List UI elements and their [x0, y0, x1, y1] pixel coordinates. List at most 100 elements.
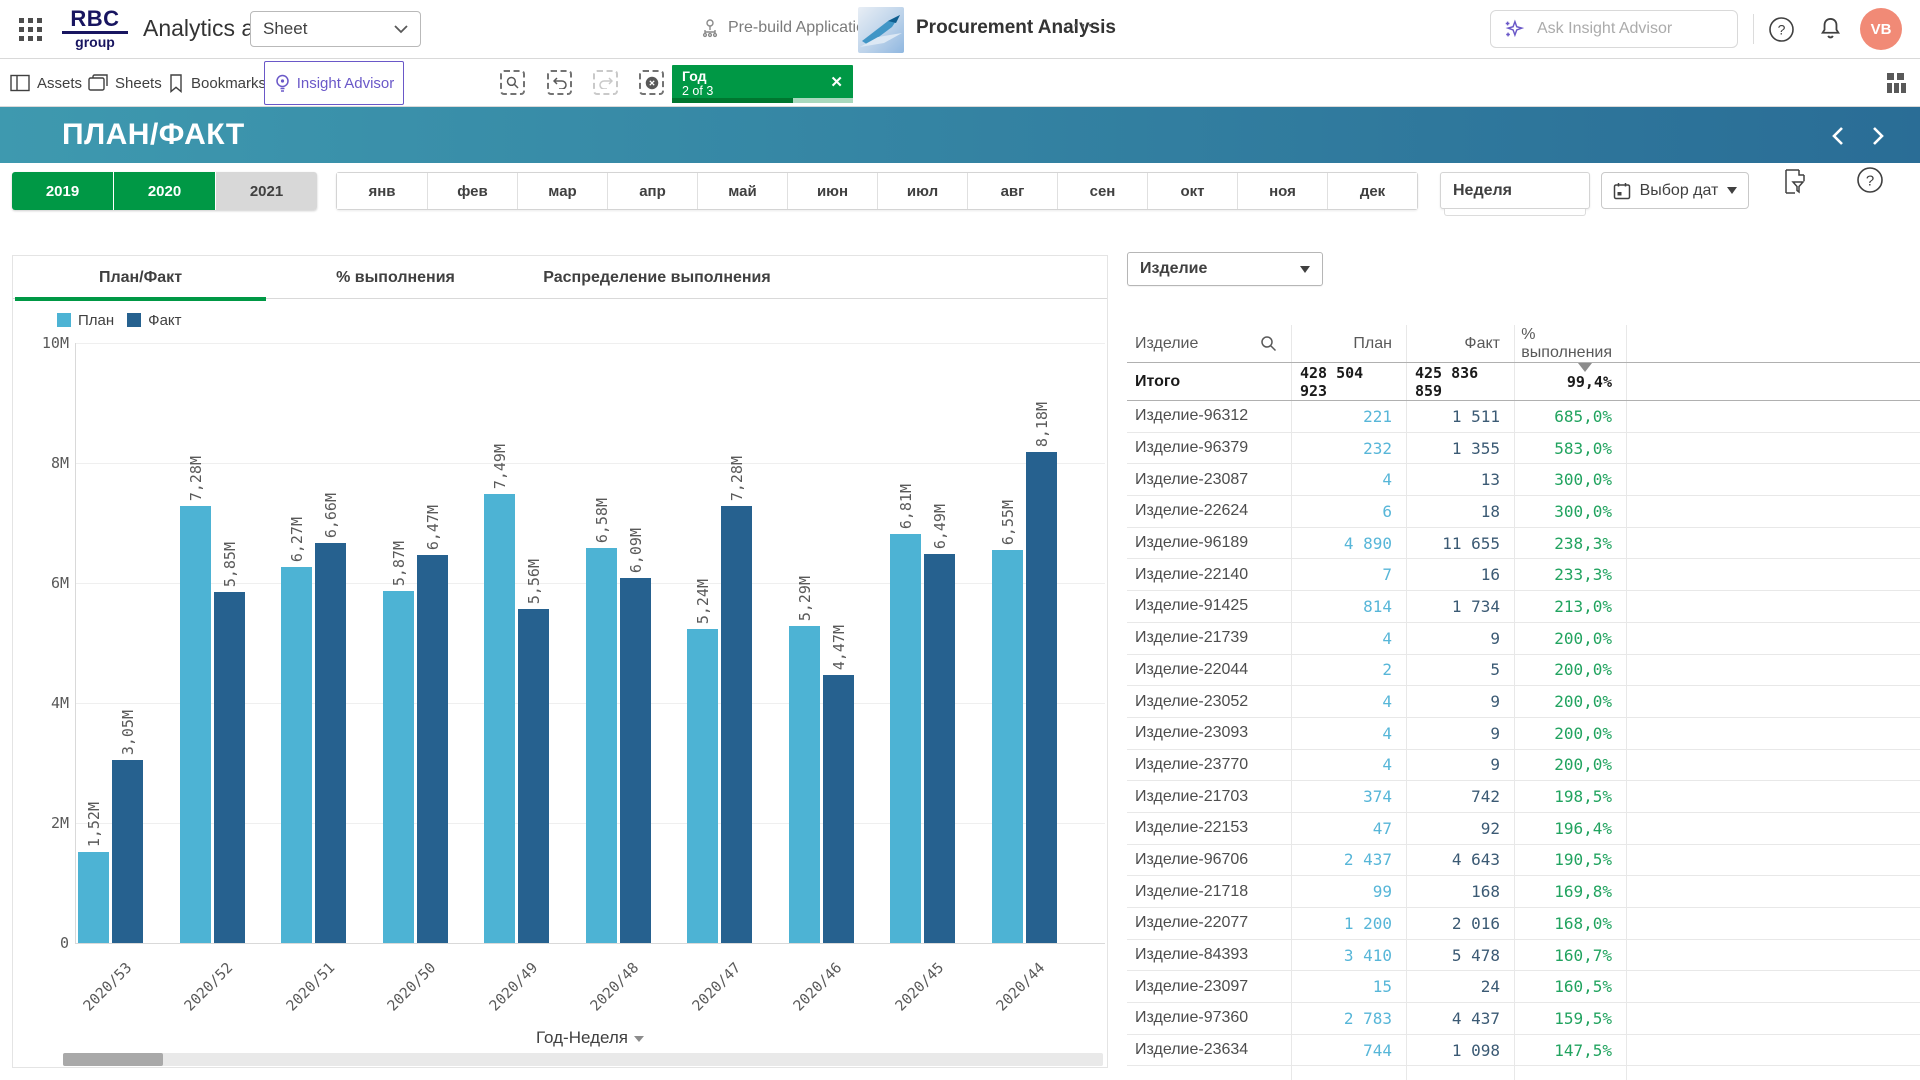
table-row-Изделие-21703[interactable]: Изделие-21703374742198,5%: [1127, 781, 1920, 813]
month-button-ноя[interactable]: ноя: [1237, 173, 1327, 209]
row-product-cell[interactable]: Изделие-22140: [1127, 559, 1292, 590]
bar-факт-2020/48[interactable]: [620, 578, 651, 943]
chart-scrollbar-thumb[interactable]: [63, 1053, 163, 1066]
legend-item-План[interactable]: План: [57, 312, 114, 329]
table-row-Изделие-96312[interactable]: Изделие-963122211 511685,0%: [1127, 401, 1920, 433]
tab-sheets[interactable]: Sheets: [88, 59, 162, 107]
table-row-Изделие-22044[interactable]: Изделие-2204425200,0%: [1127, 655, 1920, 687]
bar-факт-2020/46[interactable]: [823, 675, 854, 943]
bar-план-2020/49[interactable]: [484, 494, 515, 943]
bar-план-2020/45[interactable]: [890, 534, 921, 943]
row-product-cell[interactable]: Изделие-23087: [1127, 464, 1292, 495]
table-row-Изделие-21739[interactable]: Изделие-2173949200,0%: [1127, 623, 1920, 655]
notifications-bell-icon[interactable]: [1817, 15, 1844, 47]
selection-forward-icon[interactable]: [593, 70, 618, 95]
clear-selections-icon[interactable]: [639, 70, 664, 95]
x-tick-label-2020/53[interactable]: 2020/53: [58, 960, 134, 1036]
row-product-cell[interactable]: Изделие-23097: [1127, 971, 1292, 1002]
table-row-Изделие-21718[interactable]: Изделие-2171899168169,8%: [1127, 876, 1920, 908]
x-tick-label-2020/45[interactable]: 2020/45: [870, 960, 946, 1036]
bar-факт-2020/51[interactable]: [315, 543, 346, 943]
bar-план-2020/44[interactable]: [992, 550, 1023, 943]
row-product-cell[interactable]: Изделие-23634: [1127, 1035, 1292, 1066]
sheet-help-icon[interactable]: ?: [1856, 166, 1884, 199]
selections-tool-icon[interactable]: [1782, 168, 1807, 200]
next-sheet-icon[interactable]: [1864, 123, 1890, 149]
month-button-июл[interactable]: июл: [877, 173, 967, 209]
month-button-мар[interactable]: мар: [517, 173, 607, 209]
x-tick-label-2020/51[interactable]: 2020/51: [261, 960, 337, 1036]
header-cell-product[interactable]: Изделие: [1127, 325, 1292, 362]
year-button-2020[interactable]: 2020: [114, 172, 215, 210]
table-row-Изделие-96379[interactable]: Изделие-963792321 355583,0%: [1127, 433, 1920, 465]
row-product-cell[interactable]: Изделие-22077: [1127, 908, 1292, 939]
table-row-Изделие-23770[interactable]: Изделие-2377049200,0%: [1127, 750, 1920, 782]
tab-insight-advisor[interactable]: Insight Advisor: [264, 61, 404, 105]
table-row-Изделие-23087[interactable]: Изделие-23087413300,0%: [1127, 464, 1920, 496]
month-button-дек[interactable]: дек: [1327, 173, 1417, 209]
table-row-Изделие-84393[interactable]: Изделие-843933 4105 478160,7%: [1127, 940, 1920, 972]
table-row-Изделие-96706[interactable]: Изделие-967062 4374 643190,5%: [1127, 845, 1920, 877]
x-tick-label-2020/48[interactable]: 2020/48: [566, 960, 642, 1036]
bar-план-2020/48[interactable]: [586, 548, 617, 943]
header-cell-plan[interactable]: План: [1292, 325, 1407, 362]
column-search-icon[interactable]: [1260, 335, 1277, 352]
x-tick-label-2020/44[interactable]: 2020/44: [972, 960, 1048, 1036]
bar-факт-2020/49[interactable]: [518, 609, 549, 943]
row-product-cell[interactable]: Изделие-23052: [1127, 686, 1292, 717]
bar-факт-2020/44[interactable]: [1026, 452, 1057, 943]
header-cell-pct[interactable]: % выполнения: [1515, 325, 1627, 362]
month-button-янв[interactable]: янв: [337, 173, 427, 209]
row-product-cell[interactable]: Изделие-22044: [1127, 655, 1292, 686]
bar-план-2020/53[interactable]: [78, 852, 109, 943]
x-tick-label-2020/52[interactable]: 2020/52: [160, 960, 236, 1036]
x-tick-label-2020/47[interactable]: 2020/47: [667, 960, 743, 1036]
prebuild-applications-link[interactable]: Pre-build Applications: [700, 18, 882, 38]
bar-план-2020/50[interactable]: [383, 591, 414, 943]
dimension-selector[interactable]: Изделие: [1127, 252, 1323, 286]
row-product-cell[interactable]: Изделие-96706: [1127, 845, 1292, 876]
user-avatar[interactable]: VB: [1860, 8, 1902, 50]
row-product-cell[interactable]: Изделие-23770: [1127, 750, 1292, 781]
row-product-cell[interactable]: Изделие-96312: [1127, 401, 1292, 432]
row-product-cell[interactable]: Изделие-21718: [1127, 876, 1292, 907]
sheet-selector[interactable]: Sheet: [250, 11, 421, 47]
chart-tab-2[interactable]: % выполнения: [268, 256, 523, 299]
table-row-Изделие-22624[interactable]: Изделие-22624618300,0%: [1127, 496, 1920, 528]
bar-план-2020/51[interactable]: [281, 567, 312, 943]
tab-assets[interactable]: Assets: [10, 59, 82, 107]
search-selections-icon[interactable]: [500, 70, 525, 95]
row-product-cell[interactable]: Изделие-97360: [1127, 1003, 1292, 1034]
tab-bookmarks[interactable]: Bookmarks: [168, 59, 266, 107]
row-product-cell[interactable]: Изделие-21703: [1127, 781, 1292, 812]
month-button-авг[interactable]: авг: [967, 173, 1057, 209]
date-picker-button[interactable]: Выбор дат: [1601, 172, 1749, 209]
x-tick-label-2020/50[interactable]: 2020/50: [363, 960, 439, 1036]
selection-chip-close-icon[interactable]: ✕: [830, 73, 843, 91]
app-menu-icon[interactable]: [18, 17, 44, 43]
month-button-сен[interactable]: сен: [1057, 173, 1147, 209]
table-row-Изделие-23052[interactable]: Изделие-2305249200,0%: [1127, 686, 1920, 718]
previous-sheet-icon[interactable]: [1826, 123, 1852, 149]
row-product-cell[interactable]: Изделие-96189: [1127, 528, 1292, 559]
bar-факт-2020/47[interactable]: [721, 506, 752, 943]
table-row-Изделие-22153[interactable]: Изделие-221534792196,4%: [1127, 813, 1920, 845]
help-icon[interactable]: ?: [1768, 16, 1795, 48]
month-button-фев[interactable]: фев: [427, 173, 517, 209]
sheet-layout-icon[interactable]: [1884, 70, 1910, 101]
x-tick-label-2020/49[interactable]: 2020/49: [464, 960, 540, 1036]
table-row-Изделие-96189[interactable]: Изделие-961894 89011 655238,3%: [1127, 528, 1920, 560]
row-product-cell[interactable]: Изделие-23093: [1127, 718, 1292, 749]
year-button-2019[interactable]: 2019: [12, 172, 113, 210]
table-row-Изделие-91425[interactable]: Изделие-914258141 734213,0%: [1127, 591, 1920, 623]
table-row-Изделие-23097[interactable]: Изделие-230971524160,5%: [1127, 971, 1920, 1003]
table-row-Изделие-22077[interactable]: Изделие-220771 2002 016168,0%: [1127, 908, 1920, 940]
row-product-cell[interactable]: Изделие-91425: [1127, 591, 1292, 622]
table-row-Изделие-97360[interactable]: Изделие-973602 7834 437159,5%: [1127, 1003, 1920, 1035]
insight-advisor-input[interactable]: [1535, 19, 1705, 39]
week-filter[interactable]: Неделя: [1440, 172, 1590, 209]
bar-план-2020/47[interactable]: [687, 629, 718, 943]
row-product-cell[interactable]: Изделие-22624: [1127, 496, 1292, 527]
row-product-cell[interactable]: Изделие-22153: [1127, 813, 1292, 844]
bar-факт-2020/53[interactable]: [112, 760, 143, 943]
